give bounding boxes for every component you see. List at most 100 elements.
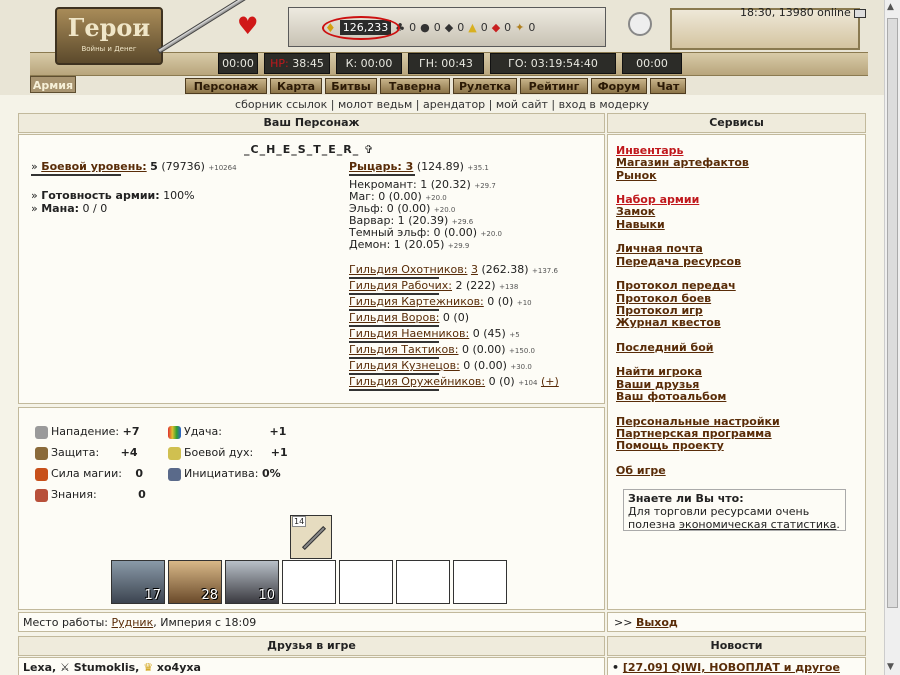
service-link[interactable]: Навыки — [616, 218, 780, 231]
service-link[interactable]: Журнал квестов — [616, 316, 780, 329]
news-item: • [27.09] QIWI, НОВОПЛАТ и другое — [612, 661, 840, 674]
nav-battles[interactable]: Битвы — [325, 78, 377, 94]
nav-character[interactable]: Персонаж — [185, 78, 267, 94]
service-link[interactable]: Передача ресурсов — [616, 255, 780, 268]
stat-attack: Нападение: +7 — [35, 425, 140, 439]
gems-icon: ✦ — [515, 21, 525, 34]
combat-level-label[interactable]: Боевой уровень: — [41, 160, 146, 173]
services-title: Сервисы — [607, 113, 866, 133]
service-link[interactable]: Магазин артефактов — [616, 156, 780, 169]
news-title: Новости — [607, 636, 866, 656]
ring-icon[interactable] — [628, 12, 652, 36]
guild-level: 2 — [455, 279, 463, 292]
nav-roulette[interactable]: Рулетка — [453, 78, 517, 94]
service-link[interactable]: Рынок — [616, 169, 780, 182]
guild-name[interactable]: Гильдия Воров: — [349, 311, 439, 324]
guild-level: 0 — [442, 311, 450, 324]
service-link[interactable]: Найти игрока — [616, 366, 780, 379]
heart-icon[interactable]: ♥ — [237, 12, 259, 40]
scroll-down-icon[interactable]: ▼ — [887, 662, 894, 672]
army-slot-3[interactable]: 10 — [225, 560, 279, 604]
guild-upgrade-link[interactable]: (+) — [541, 375, 559, 388]
service-link[interactable]: Личная почта — [616, 243, 780, 256]
guild-name[interactable]: Гильдия Наемников: — [349, 327, 469, 340]
army-slot-2[interactable]: 28 — [168, 560, 222, 604]
service-link[interactable]: Протокол боев — [616, 292, 780, 305]
guild-value: (0) — [499, 375, 515, 388]
scroll-thumb[interactable] — [887, 18, 898, 608]
mana-label: Мана: — [41, 202, 80, 215]
service-link[interactable]: Последний бой — [616, 341, 780, 354]
service-spacer — [616, 477, 780, 489]
nav-chat[interactable]: Чат — [650, 78, 686, 94]
timer-k: К: 00:00 — [336, 53, 402, 74]
scroll-up-icon[interactable]: ▲ — [887, 2, 894, 12]
guild-value: (0.00) — [472, 343, 506, 356]
friend-item[interactable]: xo4yxa — [157, 661, 201, 674]
guild-level[interactable]: 3 — [471, 263, 478, 276]
sublink-moderator[interactable]: вход в модерку — [559, 98, 649, 111]
workplace-link[interactable]: Рудник — [111, 616, 153, 629]
unit-count: 10 — [258, 588, 275, 603]
character-panel: _C_H_E_S_T_E_R_ ✞ » Боевой уровень: 5 (7… — [18, 134, 605, 404]
wood-amount: 0 — [409, 21, 417, 34]
vertical-scrollbar[interactable]: ▲ ▼ — [884, 0, 900, 675]
friend-item[interactable]: Stumoklis — [74, 661, 135, 674]
services-panel: Инвентарь Магазин артефактов Рынок Набор ар… — [607, 134, 866, 610]
sulfur-amount: 0 — [480, 21, 488, 34]
guild-row: Гильдия Оружейников: 0 (0) +104 (+) — [349, 375, 559, 391]
faction-progress — [349, 174, 415, 176]
guild-level: 0 — [487, 295, 495, 308]
service-link[interactable]: Замок — [616, 206, 780, 219]
friend-item[interactable]: Lexa — [23, 661, 52, 674]
guild-delta: +10 — [516, 299, 532, 307]
service-link[interactable]: Об игре — [616, 464, 780, 477]
service-link[interactable]: Ваш фотоальбом — [616, 390, 780, 403]
tip-link[interactable]: экономическая статистика — [679, 518, 836, 531]
stats-panel: Нападение: +7 Защита: +4 Сила магии: 0 З… — [18, 407, 605, 610]
faction-name[interactable]: Рыцарь: 3 — [349, 160, 413, 173]
army-slot-empty[interactable] — [396, 560, 450, 604]
nav-tavern[interactable]: Таверна — [380, 78, 450, 94]
guild-row: Гильдия Наемников: 0 (45) +5 — [349, 327, 520, 343]
game-logo[interactable]: Герои Войны и Денег — [55, 7, 163, 65]
service-link[interactable]: Протокол передач — [616, 279, 780, 292]
army-slot-1[interactable]: 17 — [111, 560, 165, 604]
timer-go: ГО: 03:19:54:40 — [490, 53, 616, 74]
guild-name[interactable]: Гильдия Картежников: — [349, 295, 484, 308]
services-list: Инвентарь Магазин артефактов Рынок Набор ар… — [616, 144, 780, 489]
guild-name[interactable]: Гильдия Охотников: — [349, 263, 467, 276]
equipped-sword-slot[interactable]: 14 — [290, 515, 332, 559]
faction-row: Рыцарь: 3 (124.89) +35.1 — [349, 160, 489, 176]
service-link[interactable]: Персональные настройки — [616, 415, 780, 428]
army-slot-empty[interactable] — [339, 560, 393, 604]
exit-link[interactable]: Выход — [636, 616, 678, 629]
sublink-hammer[interactable]: молот ведьм — [338, 98, 412, 111]
army-tab[interactable]: Армия — [30, 76, 76, 93]
time-online: 18:30, 13980 online — [740, 6, 867, 19]
mercury-amount: 0 — [457, 21, 465, 34]
wings-icon — [168, 446, 181, 460]
service-link[interactable]: Помощь проекту — [616, 439, 780, 452]
unit-count: 17 — [144, 588, 161, 603]
army-slot-empty[interactable] — [282, 560, 336, 604]
sublink-mysite[interactable]: мой сайт — [496, 98, 548, 111]
mail-icon[interactable] — [854, 8, 867, 18]
sublink-links[interactable]: сборник ссылок — [235, 98, 327, 111]
guild-value: (262.38) — [481, 263, 529, 276]
guild-name[interactable]: Гильдия Тактиков: — [349, 343, 458, 356]
nav-map[interactable]: Карта — [270, 78, 322, 94]
guild-name[interactable]: Гильдия Кузнецов: — [349, 359, 460, 372]
timer-hp-value: 38:45 — [292, 57, 324, 70]
sublink-renter[interactable]: арендатор — [423, 98, 485, 111]
guild-name[interactable]: Гильдия Рабочих: — [349, 279, 452, 292]
faction-delta: +29.6 — [451, 218, 474, 226]
nav-forum[interactable]: Форум — [591, 78, 647, 94]
guild-name[interactable]: Гильдия Оружейников: — [349, 375, 485, 388]
logo-title: Герои — [67, 13, 151, 42]
news-link[interactable]: [27.09] QIWI, НОВОПЛАТ и другое — [623, 661, 840, 674]
character-name[interactable]: _C_H_E_S_T_E_R_ ✞ — [244, 143, 374, 156]
defense-value: +4 — [120, 446, 138, 459]
army-slot-empty[interactable] — [453, 560, 507, 604]
nav-rating[interactable]: Рейтинг — [520, 78, 588, 94]
